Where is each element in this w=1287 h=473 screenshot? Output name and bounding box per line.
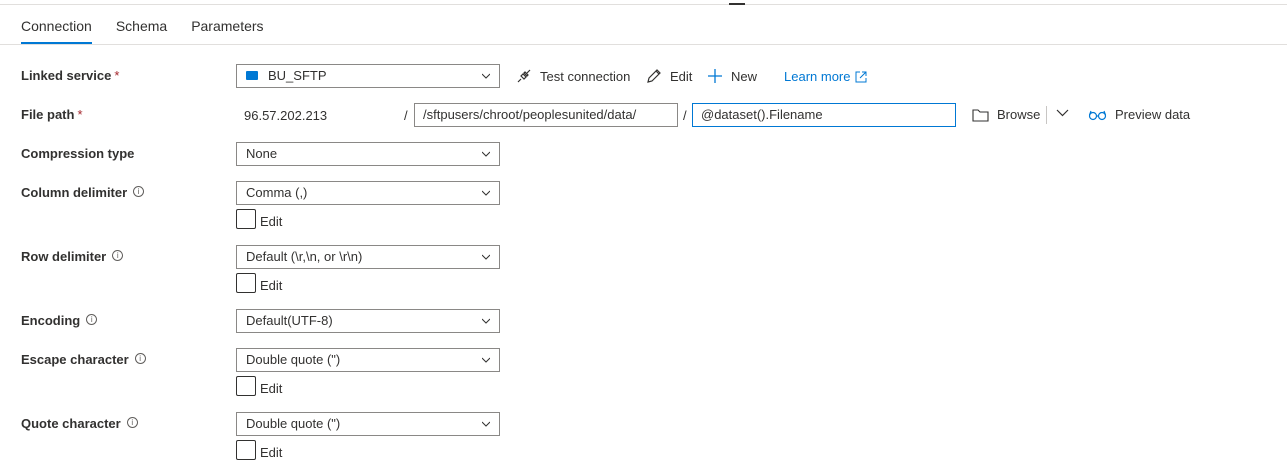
folder-icon bbox=[972, 108, 989, 122]
quote-character-label: Quote character i bbox=[21, 416, 138, 431]
preview-data-button[interactable]: Preview data bbox=[1088, 107, 1190, 122]
tab-schema[interactable]: Schema bbox=[116, 18, 167, 44]
top-divider bbox=[0, 4, 1287, 5]
quote-character-edit-label: Edit bbox=[260, 445, 283, 460]
chevron-down-icon bbox=[482, 357, 490, 363]
tab-parameters[interactable]: Parameters bbox=[191, 18, 263, 44]
linked-service-select[interactable]: BU_SFTP bbox=[236, 64, 500, 88]
linked-service-label: Linked service * bbox=[21, 68, 120, 83]
edit-linked-service-button[interactable]: Edit bbox=[646, 68, 692, 84]
tab-bar: Connection Schema Parameters bbox=[21, 18, 288, 44]
file-path-host: 96.57.202.213 bbox=[244, 108, 328, 123]
required-mark: * bbox=[114, 68, 120, 83]
row-delimiter-edit-label: Edit bbox=[260, 278, 283, 293]
plug-icon bbox=[517, 69, 531, 83]
row-delimiter-label: Row delimiter i bbox=[21, 249, 124, 264]
info-icon[interactable]: i bbox=[133, 186, 145, 197]
compression-type-select[interactable]: None bbox=[236, 142, 500, 166]
escape-character-label: Escape character i bbox=[21, 352, 146, 367]
glasses-icon bbox=[1088, 110, 1107, 120]
compression-type-label: Compression type bbox=[21, 146, 135, 161]
tabs-divider bbox=[0, 44, 1287, 45]
toolbar-divider bbox=[1046, 106, 1047, 124]
column-delimiter-select[interactable]: Comma (,) bbox=[236, 181, 500, 205]
path-separator: / bbox=[683, 108, 687, 123]
info-icon[interactable]: i bbox=[134, 353, 146, 364]
pencil-icon bbox=[647, 69, 661, 83]
escape-character-edit-checkbox[interactable] bbox=[236, 376, 256, 396]
column-delimiter-edit-label: Edit bbox=[260, 214, 283, 229]
row-delimiter-edit-checkbox[interactable] bbox=[236, 273, 256, 293]
escape-character-edit-label: Edit bbox=[260, 381, 283, 396]
linked-service-value: BU_SFTP bbox=[268, 68, 327, 83]
directory-input[interactable]: /sftpusers/chroot/peoplesunited/data/ bbox=[414, 103, 678, 127]
row-delimiter-select[interactable]: Default (\r,\n, or \r\n) bbox=[236, 245, 500, 269]
file-path-label: File path * bbox=[21, 107, 83, 122]
encoding-select[interactable]: Default(UTF-8) bbox=[236, 309, 500, 333]
filename-input[interactable]: @dataset().Filename bbox=[692, 103, 956, 127]
quote-character-edit-checkbox[interactable] bbox=[236, 440, 256, 460]
tab-connection[interactable]: Connection bbox=[21, 18, 92, 44]
new-linked-service-button[interactable]: New bbox=[707, 68, 757, 84]
column-delimiter-label: Column delimiter i bbox=[21, 185, 145, 200]
escape-character-select[interactable]: Double quote (") bbox=[236, 348, 500, 372]
sftp-service-icon bbox=[246, 71, 258, 81]
chevron-down-icon bbox=[482, 73, 490, 79]
external-link-icon bbox=[855, 71, 867, 82]
chevron-down-icon bbox=[1056, 109, 1069, 117]
info-icon[interactable]: i bbox=[86, 314, 98, 325]
encoding-label: Encoding i bbox=[21, 313, 98, 328]
info-icon[interactable]: i bbox=[126, 417, 138, 428]
chevron-down-icon bbox=[482, 421, 490, 427]
browse-options-dropdown[interactable] bbox=[1056, 108, 1077, 118]
quote-character-select[interactable]: Double quote (") bbox=[236, 412, 500, 436]
chevron-down-icon bbox=[482, 190, 490, 196]
info-icon[interactable]: i bbox=[112, 250, 124, 261]
column-delimiter-edit-checkbox[interactable] bbox=[236, 209, 256, 229]
drag-handle[interactable] bbox=[729, 3, 745, 5]
browse-button[interactable]: Browse bbox=[972, 107, 1040, 122]
chevron-down-icon bbox=[482, 318, 490, 324]
plus-icon bbox=[708, 69, 722, 83]
path-separator: / bbox=[404, 108, 408, 123]
required-mark: * bbox=[77, 107, 83, 122]
learn-more-link[interactable]: Learn more bbox=[784, 69, 867, 84]
test-connection-button[interactable]: Test connection bbox=[516, 68, 630, 84]
chevron-down-icon bbox=[482, 151, 490, 157]
chevron-down-icon bbox=[482, 254, 490, 260]
